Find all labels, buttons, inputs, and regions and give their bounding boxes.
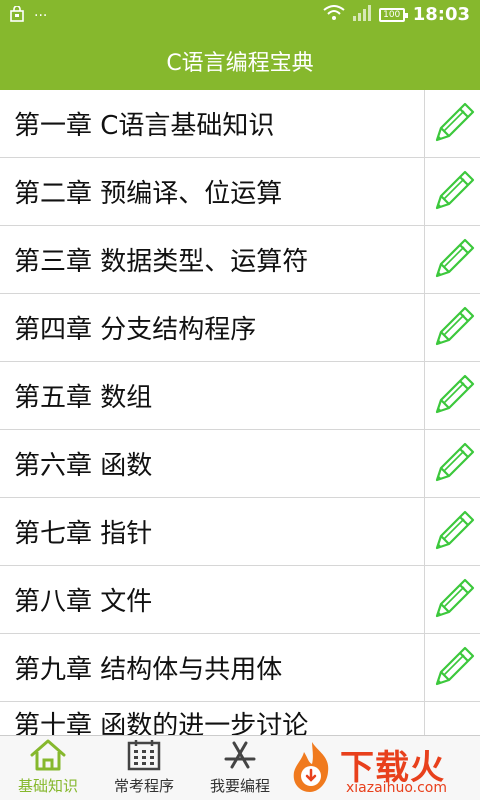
chapter-row-9[interactable]: 第九章 结构体与共用体 — [0, 634, 480, 702]
chapter-row-4[interactable]: 第四章 分支结构程序 — [0, 294, 480, 362]
edit-button[interactable] — [425, 702, 480, 735]
chapter-row-8[interactable]: 第八章 文件 — [0, 566, 480, 634]
watermark-url: xiazaihuo.com — [346, 780, 447, 796]
chapter-row-5[interactable]: 第五章 数组 — [0, 362, 480, 430]
chapter-label[interactable]: 第四章 分支结构程序 — [0, 294, 425, 361]
signal-icon — [352, 4, 371, 25]
tab-label: 常考程序 — [113, 777, 174, 795]
calendar-icon — [127, 737, 161, 773]
chapter-label[interactable]: 第十章 函数的进一步讨论 — [0, 702, 425, 735]
more-icon: ··· — [34, 8, 48, 24]
chapter-label[interactable]: 第一章 C语言基础知识 — [0, 90, 425, 157]
pencil-icon — [435, 442, 474, 481]
app-bar: C语言编程宝典 — [0, 32, 480, 90]
notification-icon — [10, 5, 24, 26]
pencil-icon — [435, 510, 474, 549]
flame-logo-icon — [293, 742, 329, 792]
status-time: 18:03 — [412, 4, 470, 25]
home-icon — [29, 737, 67, 773]
edit-button[interactable] — [425, 158, 480, 225]
chapter-label[interactable]: 第六章 函数 — [0, 430, 425, 497]
chapter-row-10[interactable]: 第十章 函数的进一步讨论 — [0, 702, 480, 735]
pencil-icon — [435, 646, 474, 685]
chapter-label[interactable]: 第七章 指针 — [0, 498, 425, 565]
chapter-label[interactable]: 第八章 文件 — [0, 566, 425, 633]
app-title: C语言编程宝典 — [166, 51, 314, 76]
app-store-icon — [222, 737, 258, 773]
edit-button[interactable] — [425, 498, 480, 565]
pencil-icon — [435, 102, 474, 141]
pencil-icon — [435, 306, 474, 345]
edit-button[interactable] — [425, 566, 480, 633]
tab-my-programming[interactable]: 我要编程 — [192, 736, 288, 800]
chapter-list[interactable]: 第一章 C语言基础知识 第二章 预编译、位运算 第三章 数据类型、运算符 第四章… — [0, 90, 480, 735]
battery-icon: 100 — [378, 7, 408, 22]
edit-button[interactable] — [425, 226, 480, 293]
edit-button[interactable] — [425, 362, 480, 429]
tab-basics[interactable]: 基础知识 — [0, 736, 96, 800]
pencil-icon — [435, 170, 474, 209]
status-bar: ··· 100 18:03 — [0, 0, 480, 32]
chapter-row-2[interactable]: 第二章 预编译、位运算 — [0, 158, 480, 226]
chapter-label[interactable]: 第五章 数组 — [0, 362, 425, 429]
pencil-icon — [435, 238, 474, 277]
edit-button[interactable] — [425, 90, 480, 157]
chapter-label[interactable]: 第九章 结构体与共用体 — [0, 634, 425, 701]
tab-label: 我要编程 — [209, 777, 270, 795]
chapter-row-3[interactable]: 第三章 数据类型、运算符 — [0, 226, 480, 294]
tab-common-programs[interactable]: 常考程序 — [96, 736, 192, 800]
edit-button[interactable] — [425, 634, 480, 701]
pencil-icon — [435, 578, 474, 617]
wifi-icon — [323, 4, 345, 25]
watermark-logo: 下载火 xiazaihuo.com — [282, 738, 474, 798]
chapter-label[interactable]: 第三章 数据类型、运算符 — [0, 226, 425, 293]
pencil-icon — [435, 374, 474, 413]
chapter-row-6[interactable]: 第六章 函数 — [0, 430, 480, 498]
chapter-row-1[interactable]: 第一章 C语言基础知识 — [0, 90, 480, 158]
edit-button[interactable] — [425, 430, 480, 497]
chapter-row-7[interactable]: 第七章 指针 — [0, 498, 480, 566]
tab-label: 基础知识 — [17, 777, 78, 795]
edit-button[interactable] — [425, 294, 480, 361]
chapter-label[interactable]: 第二章 预编译、位运算 — [0, 158, 425, 225]
